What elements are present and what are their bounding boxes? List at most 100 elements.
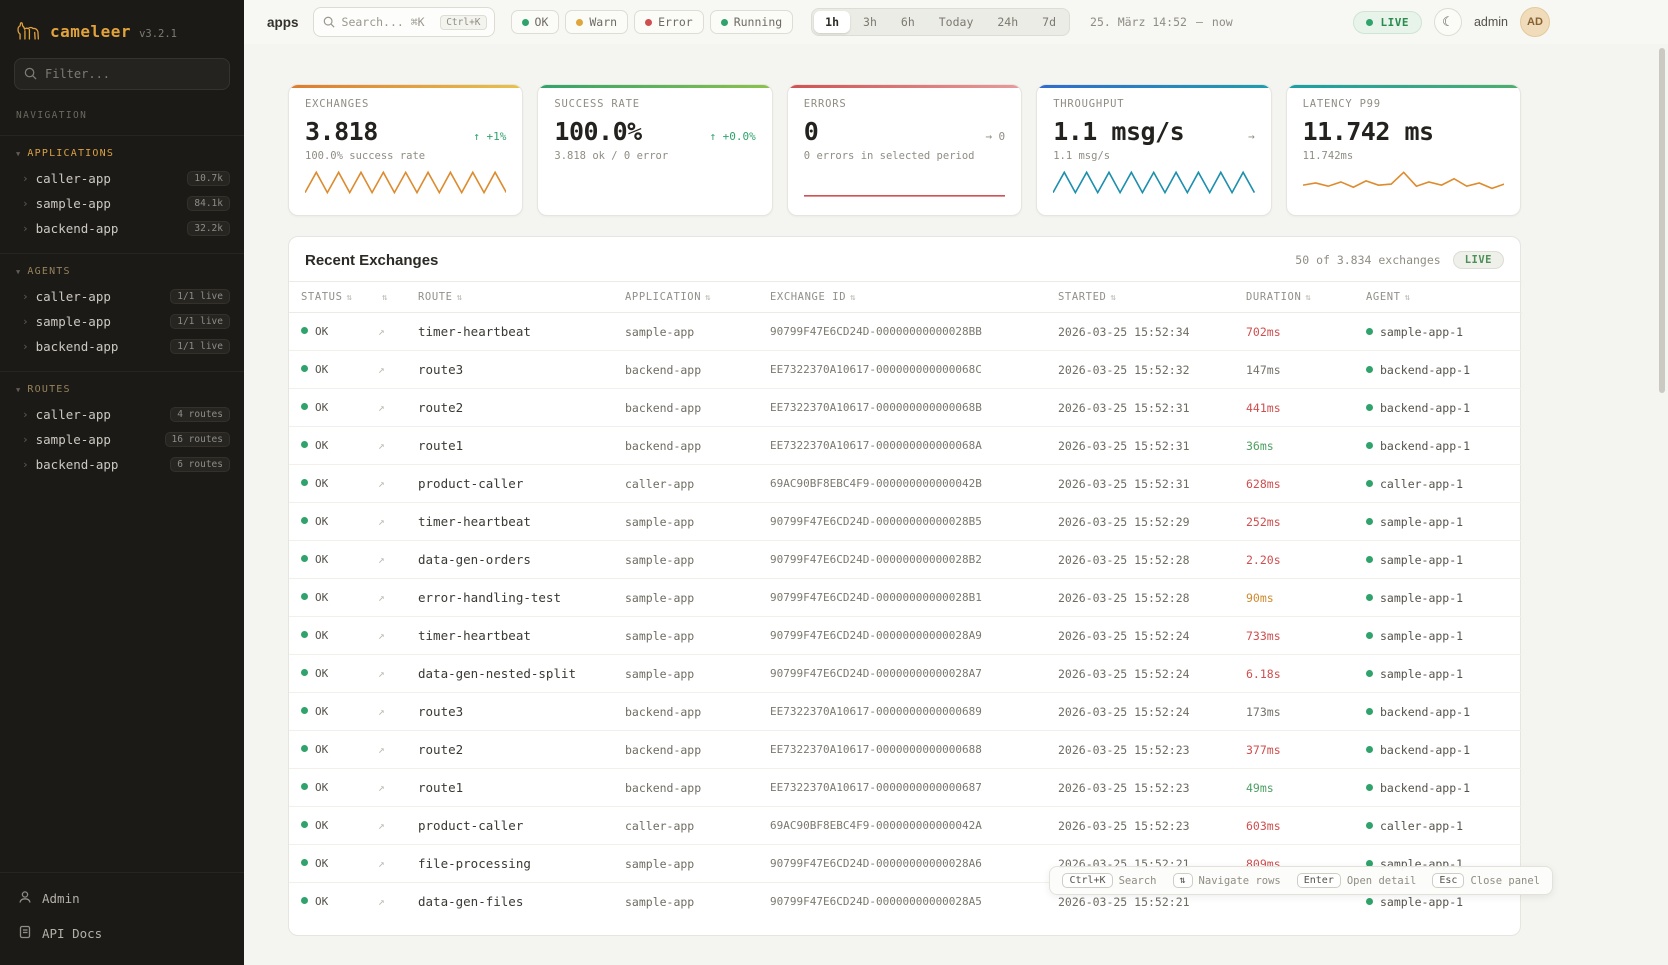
sidebar-item-api-docs[interactable]: API Docs <box>0 916 244 951</box>
kpi-title: EXCHANGES <box>305 98 506 110</box>
status-label: OK <box>315 363 328 376</box>
section-title-routes[interactable]: ▼ ROUTES <box>0 382 244 402</box>
column-header[interactable]: ROUTE⇅ <box>406 282 613 313</box>
exchanges-summary: 50 of 3.834 exchanges <box>1295 253 1440 267</box>
date-range[interactable]: 25. März 14:52 — now <box>1090 15 1233 29</box>
open-exchange-icon[interactable]: ↗ <box>378 895 385 908</box>
open-exchange-icon[interactable]: ↗ <box>378 363 385 376</box>
started-cell: 2026-03-25 15:52:23 <box>1046 769 1234 807</box>
scrollbar-thumb[interactable] <box>1659 48 1665 393</box>
exchange-row[interactable]: OK ↗ route1 backend-app EE7322370A10617-… <box>289 427 1522 465</box>
column-header[interactable]: STATUS⇅ <box>289 282 366 313</box>
sidebar-item-admin[interactable]: Admin <box>0 881 244 916</box>
context-tab-apps[interactable]: apps <box>267 15 299 30</box>
dark-mode-toggle[interactable]: ☾ <box>1434 8 1462 36</box>
sidebar-item-agent[interactable]: › caller-app 1/1 live <box>0 284 244 309</box>
open-exchange-icon[interactable]: ↗ <box>378 439 385 452</box>
column-header[interactable]: EXCHANGE ID⇅ <box>758 282 1046 313</box>
column-header[interactable]: STARTED⇅ <box>1046 282 1234 313</box>
exchange-row[interactable]: OK ↗ product-caller caller-app 69AC90BF8… <box>289 465 1522 503</box>
column-header[interactable]: ⇅ <box>366 282 406 313</box>
column-header[interactable]: AGENT⇅ <box>1354 282 1522 313</box>
sidebar-item-agent[interactable]: › sample-app 1/1 live <box>0 309 244 334</box>
route-cell: timer-heartbeat <box>406 313 613 351</box>
open-exchange-icon[interactable]: ↗ <box>378 477 385 490</box>
column-header-label: STARTED <box>1058 291 1106 303</box>
exchange-row[interactable]: OK ↗ route3 backend-app EE7322370A10617-… <box>289 351 1522 389</box>
sidebar-item-route[interactable]: › sample-app 16 routes <box>0 427 244 452</box>
time-range-button[interactable]: 1h <box>814 11 850 33</box>
time-range-button[interactable]: 24h <box>986 11 1029 33</box>
brand-logo[interactable]: cameleer v3.2.1 <box>0 0 244 54</box>
agent-live-dot <box>1366 328 1373 335</box>
status-filter-chip[interactable]: Error <box>634 10 704 34</box>
global-search[interactable]: Search... ⌘K Ctrl+K <box>313 7 495 37</box>
open-exchange-icon[interactable]: ↗ <box>378 819 385 832</box>
open-exchange-icon[interactable]: ↗ <box>378 781 385 794</box>
kpi-value: 0 <box>804 117 819 146</box>
open-exchange-icon[interactable]: ↗ <box>378 667 385 680</box>
started-cell: 2026-03-25 15:52:28 <box>1046 579 1234 617</box>
sidebar-item-route[interactable]: › caller-app 4 routes <box>0 402 244 427</box>
agent-live-dot <box>1366 442 1373 449</box>
exchange-id-cell: 90799F47E6CD24D-00000000000028B5 <box>758 503 1046 541</box>
column-header[interactable]: DURATION⇅ <box>1234 282 1354 313</box>
exchange-row[interactable]: OK ↗ data-gen-nested-split sample-app 90… <box>289 655 1522 693</box>
agent-cell: backend-app-1 <box>1354 693 1522 731</box>
exchange-row[interactable]: OK ↗ data-gen-orders sample-app 90799F47… <box>289 541 1522 579</box>
sidebar-item-application[interactable]: › sample-app 84.1k <box>0 191 244 216</box>
live-toggle[interactable]: LIVE <box>1353 11 1422 34</box>
exchange-row[interactable]: OK ↗ timer-heartbeat sample-app 90799F47… <box>289 313 1522 351</box>
time-range-button[interactable]: 6h <box>890 11 926 33</box>
route-cell: route3 <box>406 351 613 389</box>
open-exchange-icon[interactable]: ↗ <box>378 401 385 414</box>
status-cell: OK <box>289 693 366 731</box>
agent-label: sample-app-1 <box>1380 629 1463 643</box>
agent-cell: backend-app-1 <box>1354 351 1522 389</box>
sidebar-item-agent[interactable]: › backend-app 1/1 live <box>0 334 244 359</box>
open-exchange-icon[interactable]: ↗ <box>378 743 385 756</box>
open-exchange-icon[interactable]: ↗ <box>378 629 385 642</box>
exchange-row[interactable]: OK ↗ error-handling-test sample-app 9079… <box>289 579 1522 617</box>
search-icon <box>24 67 37 80</box>
avatar[interactable]: AD <box>1520 7 1550 37</box>
user-label: admin <box>1474 15 1508 29</box>
open-exchange-icon[interactable]: ↗ <box>378 591 385 604</box>
section-title-applications[interactable]: ▼ APPLICATIONS <box>0 146 244 166</box>
column-header[interactable]: APPLICATION⇅ <box>613 282 758 313</box>
section-title-agents[interactable]: ▼ AGENTS <box>0 264 244 284</box>
sidebar-item-application[interactable]: › caller-app 10.7k <box>0 166 244 191</box>
time-range-button[interactable]: Today <box>928 11 985 33</box>
time-range-button[interactable]: 7d <box>1031 11 1067 33</box>
sidebar-item-route[interactable]: › backend-app 6 routes <box>0 452 244 477</box>
exchange-row[interactable]: OK ↗ timer-heartbeat sample-app 90799F47… <box>289 503 1522 541</box>
status-filter-chip[interactable]: OK <box>511 10 560 34</box>
hint-label: Search <box>1119 875 1157 887</box>
agent-cell: caller-app-1 <box>1354 807 1522 845</box>
agent-cell: backend-app-1 <box>1354 389 1522 427</box>
exchange-row[interactable]: OK ↗ route2 backend-app EE7322370A10617-… <box>289 389 1522 427</box>
open-exchange-icon[interactable]: ↗ <box>378 553 385 566</box>
status-ok-dot <box>301 593 308 600</box>
exchange-row[interactable]: OK ↗ route1 backend-app EE7322370A10617-… <box>289 769 1522 807</box>
link-cell: ↗ <box>366 655 406 693</box>
time-range-button[interactable]: 3h <box>852 11 888 33</box>
agent-cell: backend-app-1 <box>1354 731 1522 769</box>
started-cell: 2026-03-25 15:52:34 <box>1046 313 1234 351</box>
exchange-row[interactable]: OK ↗ product-caller caller-app 69AC90BF8… <box>289 807 1522 845</box>
exchange-row[interactable]: OK ↗ timer-heartbeat sample-app 90799F47… <box>289 617 1522 655</box>
status-filter-chip[interactable]: Running <box>710 10 793 34</box>
status-cell: OK <box>289 313 366 351</box>
open-exchange-icon[interactable]: ↗ <box>378 705 385 718</box>
status-filter-chip[interactable]: Warn <box>565 10 628 34</box>
open-exchange-icon[interactable]: ↗ <box>378 325 385 338</box>
exchange-row[interactable]: OK ↗ route2 backend-app EE7322370A10617-… <box>289 731 1522 769</box>
kpi-trend: → 0 <box>985 130 1005 143</box>
open-exchange-icon[interactable]: ↗ <box>378 857 385 870</box>
table-live-badge[interactable]: LIVE <box>1453 251 1504 269</box>
open-exchange-icon[interactable]: ↗ <box>378 515 385 528</box>
sidebar-item-application[interactable]: › backend-app 32.2k <box>0 216 244 241</box>
exchange-row[interactable]: OK ↗ route3 backend-app EE7322370A10617-… <box>289 693 1522 731</box>
filter-input[interactable] <box>14 58 230 90</box>
duration-cell: 90ms <box>1234 579 1354 617</box>
